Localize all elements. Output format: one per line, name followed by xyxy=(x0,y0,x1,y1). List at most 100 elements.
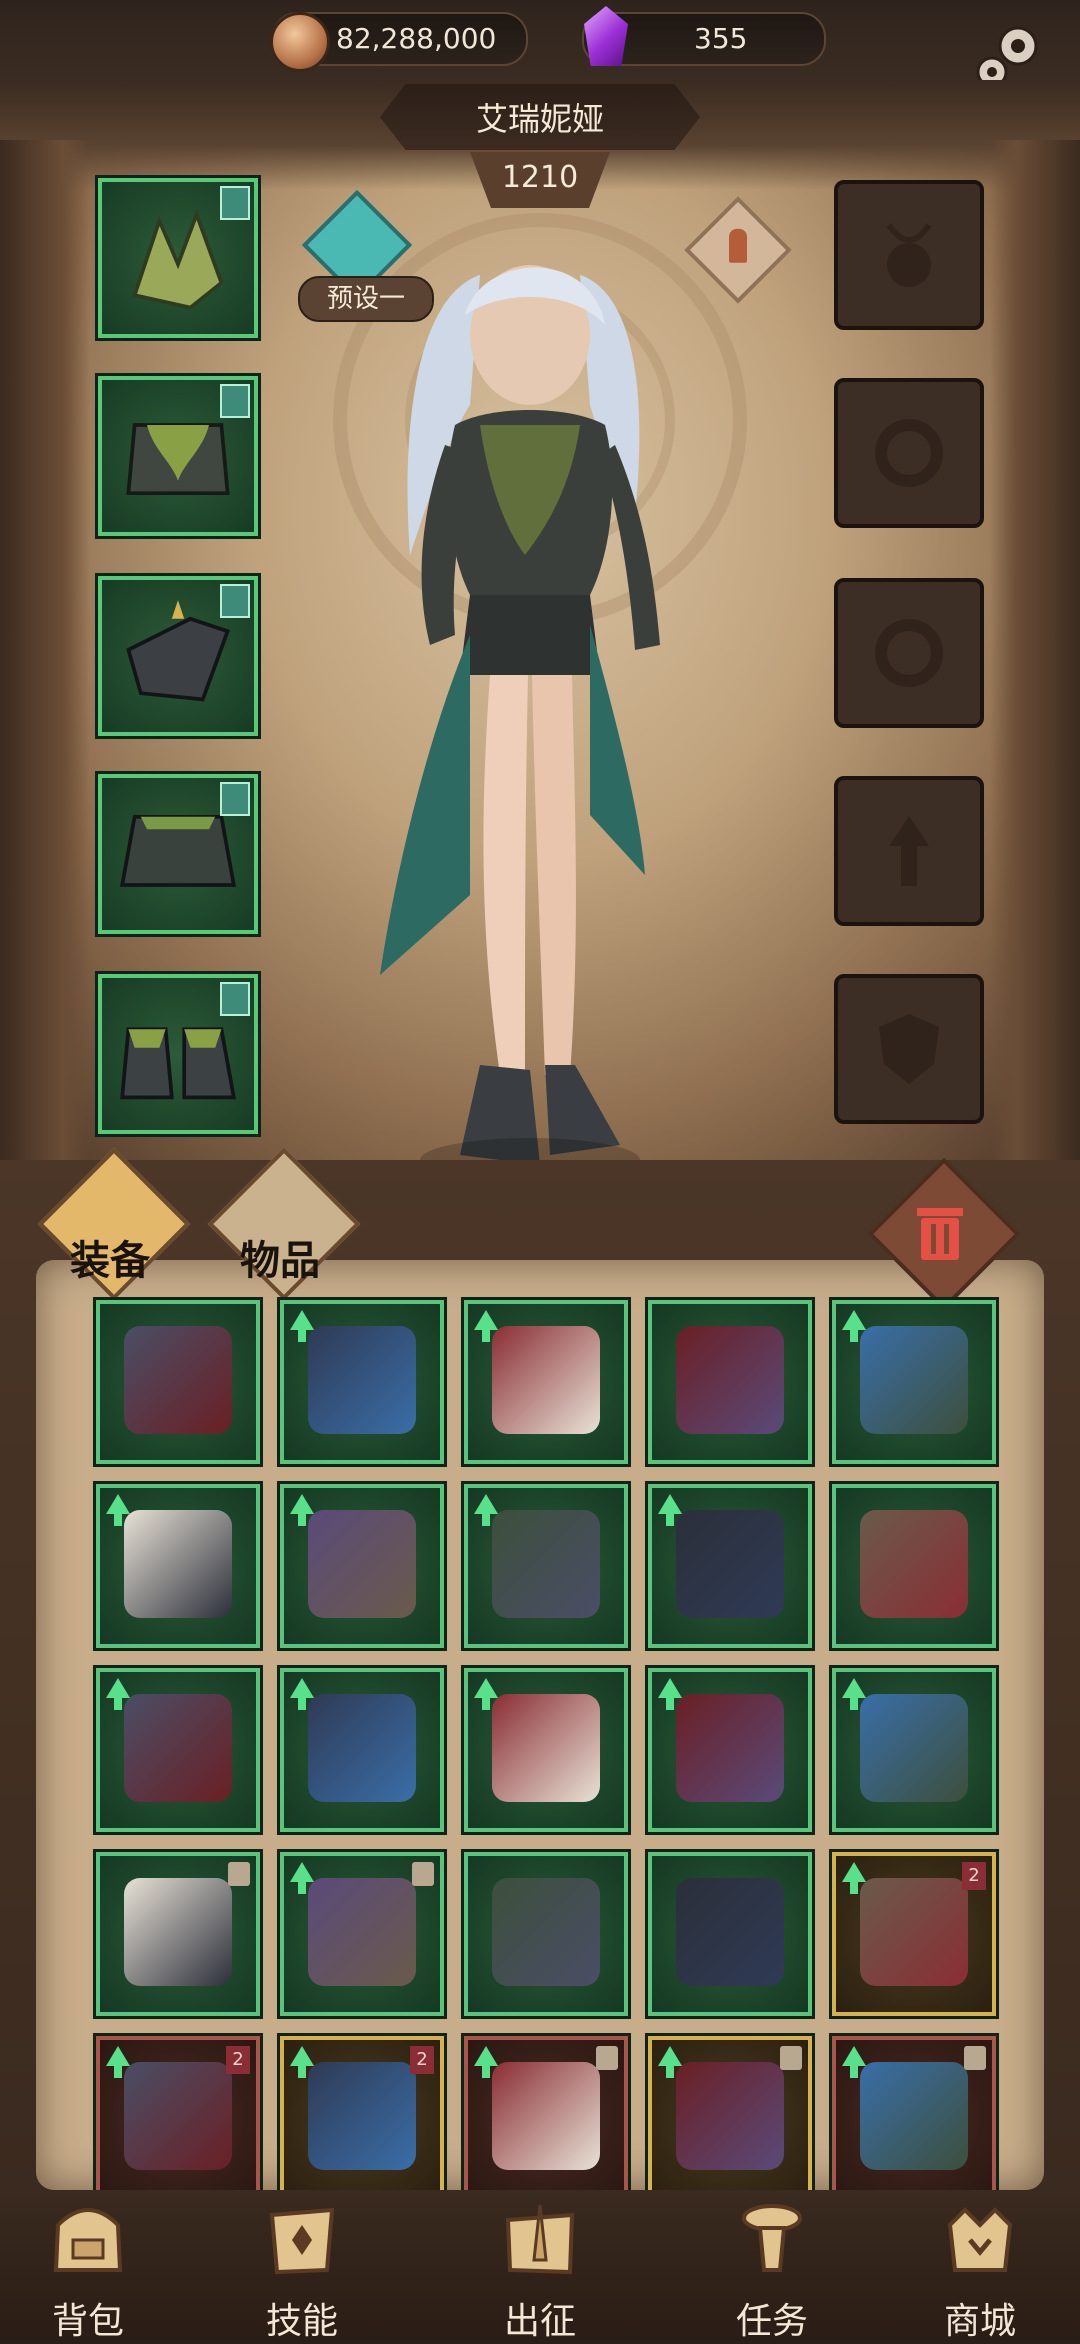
upgrade-arrow-icon xyxy=(658,2046,682,2078)
nav-bag-label: 背包 xyxy=(51,2301,124,2342)
inventory-item[interactable] xyxy=(648,1484,812,1648)
inventory-item[interactable]: 2 xyxy=(832,1852,996,2016)
lock-icon xyxy=(412,1862,434,1886)
equipped-slot-pants[interactable] xyxy=(98,774,258,934)
character-power: 1210 xyxy=(501,160,579,195)
equipped-tag-icon xyxy=(220,584,250,618)
star-level-badge: 2 xyxy=(410,2046,434,2074)
nav-expedition[interactable]: 出征 xyxy=(460,2200,620,2342)
inventory-item[interactable] xyxy=(832,1484,996,1648)
inventory-item[interactable] xyxy=(464,1852,628,2016)
upgrade-arrow-icon xyxy=(842,1862,866,1894)
lock-icon xyxy=(596,2046,618,2070)
inventory-item[interactable] xyxy=(280,1484,444,1648)
tab-equipment-label: 装备 xyxy=(70,1238,150,1284)
feathered-hat-icon xyxy=(860,1878,968,1986)
inventory-item[interactable] xyxy=(648,1852,812,2016)
inventory-item[interactable] xyxy=(96,1484,260,1648)
equipped-tag-icon xyxy=(220,384,250,418)
red-cloak-icon xyxy=(676,1326,784,1434)
backpack-icon xyxy=(53,2208,123,2272)
upgrade-arrow-icon xyxy=(842,2046,866,2078)
inventory-item[interactable] xyxy=(96,1852,260,2016)
equipped-slot-gloves[interactable] xyxy=(98,576,258,736)
tab-items[interactable]: 物品 xyxy=(207,1147,361,1301)
equipped-slot-armor[interactable] xyxy=(98,376,258,536)
mirror-crest-icon xyxy=(676,1694,784,1802)
lock-icon xyxy=(780,2046,802,2070)
upgrade-arrow-icon xyxy=(290,1862,314,1894)
inventory-item[interactable] xyxy=(648,1300,812,1464)
empty-slot-ring-2[interactable] xyxy=(834,578,984,728)
inventory-item[interactable] xyxy=(280,1300,444,1464)
crimson-boots-icon xyxy=(492,1326,600,1434)
quest-scroll-icon xyxy=(742,2204,802,2272)
shadow-gauntlet-icon xyxy=(676,2062,784,2170)
character-name: 艾瑞妮娅 xyxy=(475,100,604,138)
nav-bag[interactable]: 背包 xyxy=(8,2200,168,2342)
flower-dress-icon xyxy=(308,2062,416,2170)
inventory-item[interactable] xyxy=(832,1668,996,1832)
inventory-item[interactable]: 2 xyxy=(280,2036,444,2200)
frilled-skirt-icon xyxy=(308,1878,416,1986)
inventory-item[interactable] xyxy=(96,1668,260,1832)
inventory-item[interactable]: 2 xyxy=(96,2036,260,2200)
inventory-item[interactable] xyxy=(280,1668,444,1832)
amulet-icon xyxy=(889,816,929,886)
gem-counter[interactable]: 355 xyxy=(582,6,826,66)
inventory-item[interactable] xyxy=(832,1300,996,1464)
nav-expedition-label: 出征 xyxy=(503,2301,576,2342)
coin-icon xyxy=(270,12,330,72)
ring-icon xyxy=(875,619,943,687)
nav-quests[interactable]: 任务 xyxy=(692,2200,852,2342)
empty-slot-ring-1[interactable] xyxy=(834,378,984,528)
upgrade-arrow-icon xyxy=(474,1678,498,1710)
nav-skills-label: 技能 xyxy=(265,2301,338,2342)
upgrade-arrow-icon xyxy=(474,1494,498,1526)
equipped-slot-boots[interactable] xyxy=(98,974,258,1134)
coin-amount: 82,288,000 xyxy=(336,22,497,55)
star-scepter-icon xyxy=(308,1510,416,1618)
upgrade-arrow-icon xyxy=(658,1678,682,1710)
steel-skirt-icon xyxy=(124,1878,232,1986)
tab-equipment[interactable]: 装备 xyxy=(37,1147,191,1301)
white-trousers-icon xyxy=(676,1510,784,1618)
upgrade-arrow-icon xyxy=(290,1310,314,1342)
plague-coat-icon xyxy=(308,1694,416,1802)
moon-hat-icon xyxy=(124,1510,232,1618)
nav-shop-label: 商城 xyxy=(943,2301,1016,2342)
inventory-item[interactable] xyxy=(464,2036,628,2200)
character-portrait[interactable] xyxy=(360,255,700,1205)
ring-icon xyxy=(875,419,943,487)
inventory-item[interactable] xyxy=(96,1300,260,1464)
necklace-icon xyxy=(886,223,932,287)
upgrade-arrow-icon xyxy=(842,1678,866,1710)
top-currency-bar xyxy=(0,0,1080,80)
upgrade-arrow-icon xyxy=(842,1310,866,1342)
tab-items-label: 物品 xyxy=(240,1238,320,1284)
equipped-tag-icon xyxy=(220,186,250,220)
inventory-item[interactable] xyxy=(464,1668,628,1832)
upgrade-arrow-icon xyxy=(106,2046,130,2078)
inventory-item[interactable] xyxy=(464,1484,628,1648)
equipped-tag-icon xyxy=(220,982,250,1016)
empty-slot-amulet[interactable] xyxy=(834,776,984,926)
equipped-slot-weapon[interactable] xyxy=(98,178,258,338)
upgrade-arrow-icon xyxy=(474,1310,498,1342)
inventory-item[interactable] xyxy=(464,1300,628,1464)
lightning-blade-icon xyxy=(308,1326,416,1434)
empty-slot-shield[interactable] xyxy=(834,974,984,1124)
inventory-item[interactable] xyxy=(648,2036,812,2200)
inventory-item[interactable] xyxy=(280,1852,444,2016)
nav-skills[interactable]: 技能 xyxy=(222,2200,382,2342)
upgrade-arrow-icon xyxy=(290,1678,314,1710)
alchemist-belt-icon xyxy=(492,1694,600,1802)
upgrade-arrow-icon xyxy=(474,2046,498,2078)
nav-shop[interactable]: 商城 xyxy=(900,2200,1060,2342)
royal-robe-icon xyxy=(860,1510,968,1618)
dark-pants-icon xyxy=(124,1326,232,1434)
inventory-item[interactable] xyxy=(648,1668,812,1832)
empty-slot-necklace[interactable] xyxy=(834,180,984,330)
inventory-item[interactable] xyxy=(832,2036,996,2200)
coin-counter[interactable]: 82,288,000 xyxy=(270,12,528,72)
